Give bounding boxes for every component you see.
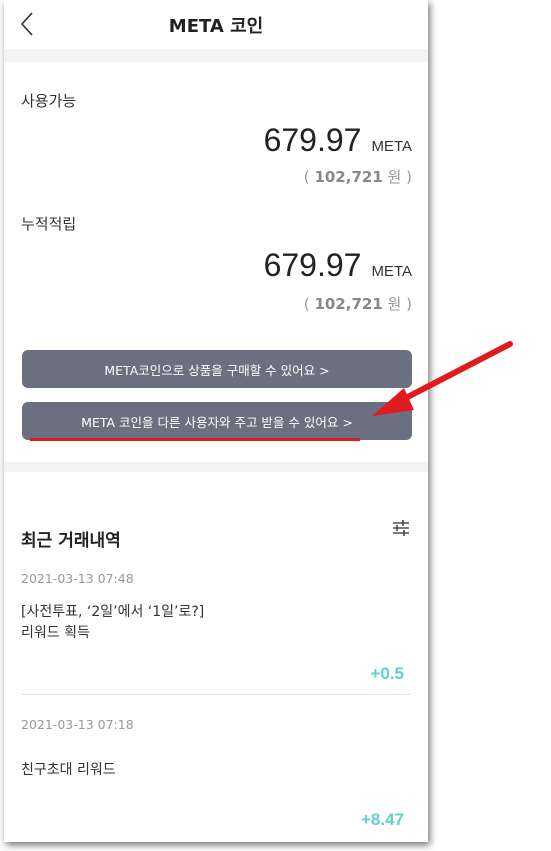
accumulated-krw-value: 102,721 xyxy=(314,295,383,313)
app-screen: META 코인 사용가능 679.97 META ( 102,721 원 ) 누… xyxy=(4,0,428,842)
transaction-date: 2021-03-13 07:18 xyxy=(21,717,134,732)
transaction-date: 2021-03-13 07:48 xyxy=(21,571,134,586)
accumulated-label: 누적적립 xyxy=(21,215,77,233)
transaction-subtitle: 리워드 획득 xyxy=(21,625,90,641)
top-bar: META 코인 xyxy=(4,0,428,51)
balance-card: 사용가능 679.97 META ( 102,721 원 ) 누적적립 679.… xyxy=(4,62,428,462)
available-amount-row: 679.97 META xyxy=(264,122,412,159)
transaction-amount: +8.47 xyxy=(360,810,404,829)
accumulated-amount: 679.97 xyxy=(263,247,362,283)
annotation-underline xyxy=(30,438,360,441)
sliders-icon[interactable] xyxy=(392,520,410,536)
available-krw: ( 102,721 원 ) xyxy=(303,168,412,186)
accumulated-amount-row: 679.97 META xyxy=(264,247,412,284)
available-krw-value: 102,721 xyxy=(314,168,383,186)
divider xyxy=(21,694,411,695)
recent-transactions: 최근 거래내역 2021-03-13 07:48 [사전투표, ‘2일’에서 ‘… xyxy=(4,472,428,842)
available-amount: 679.97 xyxy=(263,122,362,158)
page-title: META 코인 xyxy=(168,16,264,37)
history-title: 최근 거래내역 xyxy=(21,531,121,551)
transaction-title: [사전투표, ‘2일’에서 ‘1일’로?] xyxy=(21,604,205,620)
accumulated-unit: META xyxy=(371,263,412,280)
transaction-amount: +0.5 xyxy=(370,664,404,683)
accumulated-krw: ( 102,721 원 ) xyxy=(303,295,412,313)
shop-with-meta-button[interactable]: META코인으로 상품을 구매할 수 있어요 > xyxy=(22,350,412,388)
available-label: 사용가능 xyxy=(21,92,77,110)
transfer-meta-button[interactable]: META 코인을 다른 사용자와 주고 받을 수 있어요 > xyxy=(22,402,412,440)
available-unit: META xyxy=(371,138,412,155)
transaction-title: 친구초대 리워드 xyxy=(21,762,116,778)
